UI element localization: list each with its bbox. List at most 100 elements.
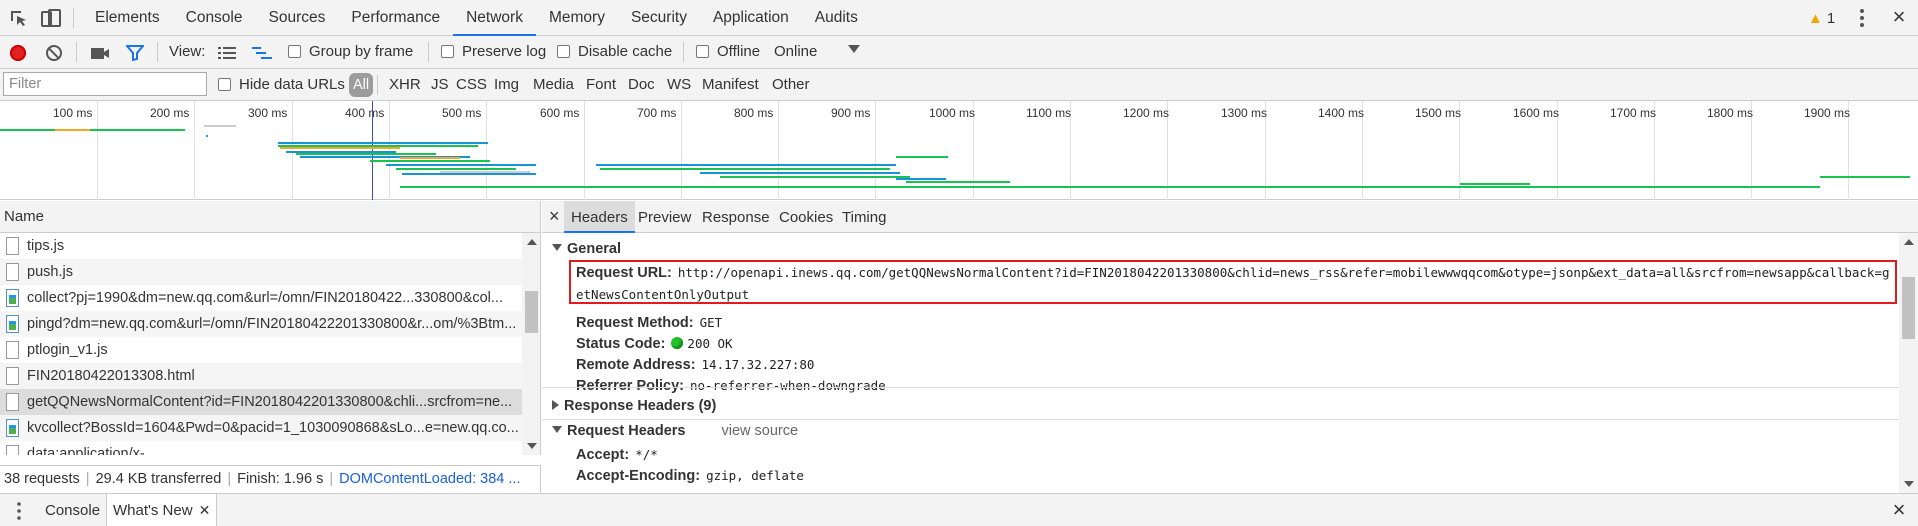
tab-performance[interactable]: Performance (338, 0, 453, 36)
timeline-request-bar (440, 171, 530, 173)
scroll-down-icon[interactable] (527, 443, 537, 449)
timeline-request-bar (204, 125, 236, 127)
timeline-request-bar (402, 173, 536, 175)
tab-headers[interactable]: Headers (564, 201, 635, 233)
tab-memory[interactable]: Memory (536, 0, 618, 36)
filter-type-manifest[interactable]: Manifest (702, 69, 759, 101)
timeline-request-bar (0, 129, 55, 131)
offline-checkbox[interactable]: Offline (696, 36, 760, 69)
clear-icon[interactable] (46, 45, 62, 61)
close-devtools-icon[interactable]: × (1888, 6, 1910, 29)
tab-response[interactable]: Response (702, 201, 770, 233)
caret-down-icon (552, 426, 562, 433)
request-name: ptlogin_v1.js (27, 342, 108, 358)
waterfall-icon[interactable] (252, 46, 272, 60)
request-row[interactable]: tips.js (0, 233, 522, 259)
toolbar-divider (73, 8, 74, 28)
drawer-tab-whats-new[interactable]: What's New ✕ (106, 494, 218, 526)
timeline-tick-label: 900 ms (831, 106, 871, 120)
warnings-counter[interactable]: ▲ 1 (1808, 0, 1835, 36)
general-section-header[interactable]: General (552, 238, 621, 260)
filter-type-js[interactable]: JS (431, 69, 449, 101)
close-drawer-icon[interactable]: × (1888, 499, 1910, 521)
name-column-header[interactable]: Name (0, 201, 541, 233)
filter-input[interactable] (3, 72, 207, 96)
scroll-up-icon[interactable] (527, 239, 537, 245)
filter-type-other[interactable]: Other (772, 69, 810, 101)
checkbox-icon (557, 45, 570, 58)
request-headers-section-header[interactable]: Request Headers view source (552, 420, 798, 442)
file-icon (6, 341, 19, 359)
request-row[interactable]: FIN20180422013308.html (0, 363, 522, 389)
filter-type-img[interactable]: Img (494, 69, 519, 101)
request-list-scrollbar[interactable] (522, 233, 541, 455)
tab-preview[interactable]: Preview (638, 201, 691, 233)
tab-security[interactable]: Security (618, 0, 700, 36)
dropdown-icon[interactable] (848, 45, 860, 53)
accept-value: */* (635, 447, 658, 462)
scrollbar-thumb[interactable] (525, 291, 538, 333)
device-toolbar-icon[interactable] (41, 9, 61, 27)
screenshot-icon[interactable] (90, 45, 110, 61)
close-detail-icon[interactable]: × (549, 201, 560, 233)
request-row[interactable]: data:application/x-... (0, 441, 522, 455)
tab-elements[interactable]: Elements (82, 0, 173, 36)
request-row[interactable]: kvcollect?BossId=1604&Pwd=0&pacid=1_1030… (0, 415, 522, 441)
inspect-element-icon[interactable] (9, 9, 29, 27)
tab-sources[interactable]: Sources (256, 0, 339, 36)
request-url-value: http://openapi.inews.qq.com/getQQNewsNor… (576, 265, 1890, 302)
close-tab-icon[interactable]: ✕ (199, 502, 211, 518)
details-scrollbar[interactable] (1899, 233, 1918, 493)
timeline-request-bar (400, 157, 460, 159)
scroll-down-icon[interactable] (1904, 481, 1914, 487)
filter-type-media[interactable]: Media (533, 69, 574, 101)
filter-type-xhr[interactable]: XHR (389, 69, 421, 101)
section-divider (542, 387, 1899, 388)
warning-icon: ▲ (1808, 9, 1823, 27)
request-row[interactable]: getQQNewsNormalContent?id=FIN20180422013… (0, 389, 522, 415)
record-icon[interactable] (10, 45, 26, 61)
scrollbar-thumb[interactable] (1902, 277, 1915, 339)
status-code-key: Status Code: (576, 336, 666, 352)
hide-data-urls-checkbox[interactable]: Hide data URLs (218, 69, 345, 101)
throttling-select[interactable]: Online (774, 36, 817, 69)
filter-type-font[interactable]: Font (586, 69, 616, 101)
image-icon (6, 289, 19, 307)
request-row[interactable]: pingd?dm=new.qq.com&url=/omn/FIN20180422… (0, 311, 522, 337)
tab-application[interactable]: Application (700, 0, 802, 36)
image-icon (6, 315, 19, 333)
network-summary: 38 requests | 29.4 KB transferred | Finish: … (0, 465, 541, 493)
tab-timing[interactable]: Timing (842, 201, 886, 233)
filter-icon[interactable] (126, 45, 144, 61)
drawer-menu-icon[interactable] (12, 501, 26, 521)
tab-network[interactable]: Network (453, 0, 536, 36)
request-row[interactable]: collect?pj=1990&dm=new.qq.com&url=/omn/F… (0, 285, 522, 311)
group-by-frame-checkbox[interactable]: Group by frame (288, 36, 413, 69)
filter-type-all[interactable]: All (349, 73, 374, 97)
disable-cache-checkbox[interactable]: Disable cache (557, 36, 672, 69)
filter-type-ws[interactable]: WS (667, 69, 691, 101)
request-row[interactable]: ptlogin_v1.js (0, 337, 522, 363)
transferred-size: 29.4 KB transferred (95, 471, 222, 487)
request-url-row: Request URL: http://openapi.inews.qq.com/… (576, 262, 1894, 306)
tab-cookies[interactable]: Cookies (779, 201, 833, 233)
headers-panel: General Request URL: http://openapi.inews… (542, 233, 1899, 493)
scroll-up-icon[interactable] (1904, 239, 1914, 245)
network-overview-timeline[interactable]: 100 ms 200 ms 300 ms 400 ms 500 ms 600 ms 700 … (0, 101, 1918, 200)
request-row[interactable]: push.js (0, 259, 522, 285)
filter-type-doc[interactable]: Doc (628, 69, 655, 101)
checkbox-icon (441, 45, 454, 58)
tab-console[interactable]: Console (173, 0, 256, 36)
large-rows-icon[interactable] (218, 46, 236, 60)
finish-time: Finish: 1.96 s (237, 471, 324, 487)
status-ok-icon (671, 337, 684, 349)
response-headers-section-header[interactable]: Response Headers (9) (552, 395, 716, 417)
view-source-link[interactable]: view source (721, 423, 798, 439)
preserve-log-checkbox[interactable]: Preserve log (441, 36, 546, 69)
kebab-menu-icon[interactable] (1852, 7, 1872, 29)
filter-type-css[interactable]: CSS (456, 69, 487, 101)
drawer-tab-console[interactable]: Console (39, 494, 106, 526)
tab-audits[interactable]: Audits (802, 0, 871, 36)
timeline-tick-label: 1700 ms (1610, 106, 1657, 120)
general-title: General (567, 241, 621, 257)
